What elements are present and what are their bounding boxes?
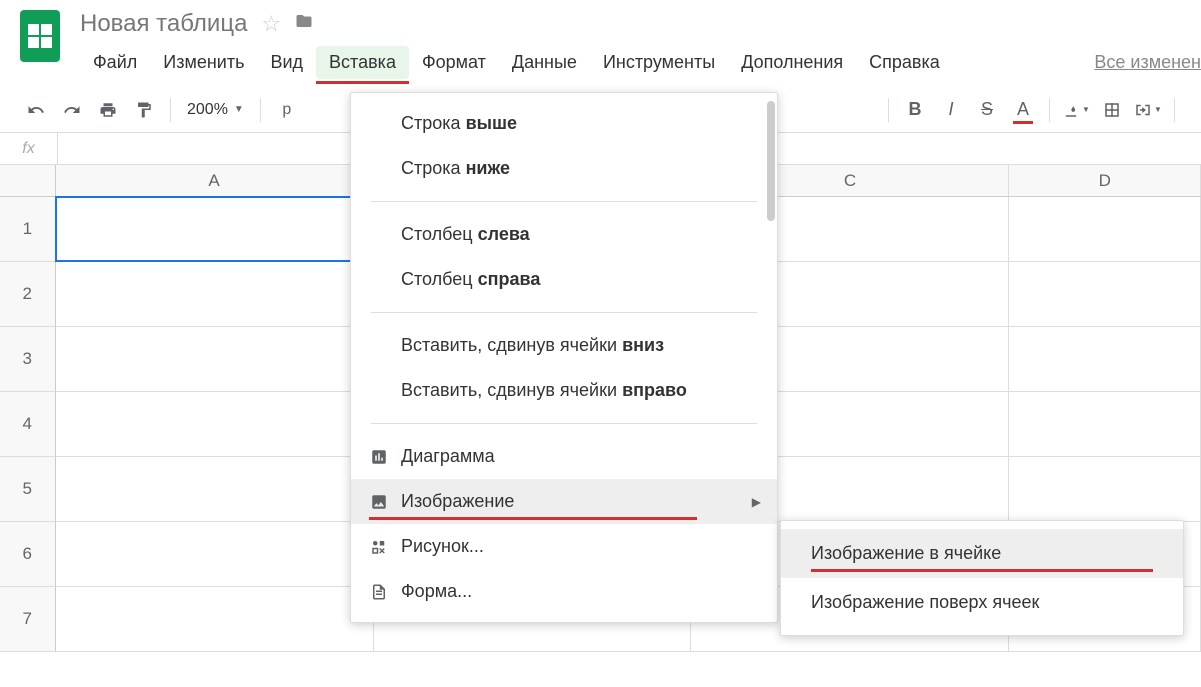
menu-tools[interactable]: Инструменты <box>590 46 728 79</box>
form-label: Форма... <box>401 581 472 602</box>
row-above-bold: выше <box>466 113 517 134</box>
row-header-5[interactable]: 5 <box>0 457 56 522</box>
paint-format-button[interactable] <box>128 94 160 126</box>
row-header-1[interactable]: 1 <box>0 197 56 262</box>
menu-divider <box>371 423 757 424</box>
fill-color-button[interactable]: ▼ <box>1060 94 1092 126</box>
cells-right-pre: Вставить, сдвинув ячейки <box>401 380 617 401</box>
menu-divider <box>371 312 757 313</box>
cells-down-bold: вниз <box>622 335 664 356</box>
chevron-down-icon: ▼ <box>234 104 244 115</box>
insert-row-below[interactable]: Строка ниже <box>351 146 777 191</box>
menubar: Файл Изменить Вид Вставка Формат Данные … <box>80 46 1201 79</box>
drawing-label: Рисунок... <box>401 536 484 557</box>
cell-a4[interactable] <box>56 392 374 457</box>
zoom-value: 200% <box>187 101 228 119</box>
menu-insert[interactable]: Вставка <box>316 46 409 79</box>
image-in-cell-label: Изображение в ячейке <box>811 543 1001 563</box>
star-icon[interactable]: ☆ <box>261 11 281 37</box>
column-header-a[interactable]: A <box>56 165 374 196</box>
image-over-cells-label: Изображение поверх ячеек <box>811 592 1039 612</box>
cells-down-pre: Вставить, сдвинув ячейки <box>401 335 617 356</box>
insert-dropdown: Строка выше Строка ниже Столбец слева Ст… <box>350 92 778 623</box>
bold-button[interactable]: B <box>899 94 931 126</box>
row-header-6[interactable]: 6 <box>0 522 56 587</box>
menu-file[interactable]: Файл <box>80 46 150 79</box>
form-icon <box>369 582 389 602</box>
folder-icon[interactable] <box>295 12 313 36</box>
col-right-pre: Столбец <box>401 269 473 290</box>
insert-drawing[interactable]: Рисунок... <box>351 524 777 569</box>
menu-addons[interactable]: Дополнения <box>728 46 856 79</box>
image-submenu: Изображение в ячейке Изображение поверх … <box>780 520 1184 636</box>
sheets-logo[interactable] <box>20 10 60 62</box>
undo-button[interactable] <box>20 94 52 126</box>
document-title[interactable]: Новая таблица <box>80 10 247 38</box>
image-in-cell[interactable]: Изображение в ячейке <box>781 529 1183 578</box>
annotation-underline <box>369 517 697 520</box>
chart-icon <box>369 447 389 467</box>
insert-cells-down[interactable]: Вставить, сдвинув ячейки вниз <box>351 323 777 368</box>
menu-insert-label: Вставка <box>329 52 396 72</box>
menu-view[interactable]: Вид <box>257 46 316 79</box>
insert-form[interactable]: Форма... <box>351 569 777 614</box>
row-header-3[interactable]: 3 <box>0 327 56 392</box>
cell-d1[interactable] <box>1009 197 1201 262</box>
menu-divider <box>371 201 757 202</box>
fx-label: fx <box>0 133 58 164</box>
menu-edit[interactable]: Изменить <box>150 46 257 79</box>
cell-a1[interactable] <box>55 196 373 262</box>
row-below-bold: ниже <box>466 158 510 179</box>
cell-a6[interactable] <box>56 522 374 587</box>
drawing-icon <box>369 537 389 557</box>
app-header: Новая таблица ☆ Файл Изменить Вид Вставк… <box>0 0 1201 79</box>
chart-label: Диаграмма <box>401 446 495 467</box>
insert-column-left[interactable]: Столбец слева <box>351 212 777 257</box>
row-header-7[interactable]: 7 <box>0 587 56 652</box>
cell-d2[interactable] <box>1009 262 1201 327</box>
text-color-button[interactable]: A <box>1007 94 1039 126</box>
annotation-underline <box>316 81 409 84</box>
select-all-corner[interactable] <box>0 165 56 196</box>
zoom-selector[interactable]: 200% ▼ <box>181 101 250 119</box>
col-right-bold: справа <box>478 269 541 290</box>
cell-d5[interactable] <box>1009 457 1201 522</box>
image-icon <box>369 492 389 512</box>
row-below-pre: Строка <box>401 158 461 179</box>
row-header-4[interactable]: 4 <box>0 392 56 457</box>
italic-button[interactable]: I <box>935 94 967 126</box>
insert-image[interactable]: Изображение ▶ <box>351 479 777 524</box>
cell-a7[interactable] <box>56 587 374 652</box>
image-over-cells[interactable]: Изображение поверх ячеек <box>781 578 1183 627</box>
col-left-bold: слева <box>478 224 530 245</box>
cell-a3[interactable] <box>56 327 374 392</box>
image-label: Изображение <box>401 491 514 512</box>
cell-a2[interactable] <box>56 262 374 327</box>
row-above-pre: Строка <box>401 113 461 134</box>
cell-d4[interactable] <box>1009 392 1201 457</box>
annotation-underline <box>811 569 1153 572</box>
col-left-pre: Столбец <box>401 224 473 245</box>
menu-help[interactable]: Справка <box>856 46 953 79</box>
redo-button[interactable] <box>56 94 88 126</box>
cells-right-bold: вправо <box>622 380 687 401</box>
insert-cells-right[interactable]: Вставить, сдвинув ячейки вправо <box>351 368 777 413</box>
save-status[interactable]: Все изменен <box>1094 52 1201 73</box>
column-header-d[interactable]: D <box>1009 165 1201 196</box>
row-header-2[interactable]: 2 <box>0 262 56 327</box>
menu-format[interactable]: Формат <box>409 46 499 79</box>
print-button[interactable] <box>92 94 124 126</box>
borders-button[interactable] <box>1096 94 1128 126</box>
insert-row-above[interactable]: Строка выше <box>351 101 777 146</box>
insert-chart[interactable]: Диаграмма <box>351 434 777 479</box>
cell-d3[interactable] <box>1009 327 1201 392</box>
menu-data[interactable]: Данные <box>499 46 590 79</box>
insert-column-right[interactable]: Столбец справа <box>351 257 777 302</box>
cell-a5[interactable] <box>56 457 374 522</box>
chevron-right-icon: ▶ <box>752 495 761 509</box>
merge-cells-button[interactable]: ▼ <box>1132 94 1164 126</box>
currency-button[interactable]: р <box>271 94 303 126</box>
strikethrough-button[interactable]: S <box>971 94 1003 126</box>
